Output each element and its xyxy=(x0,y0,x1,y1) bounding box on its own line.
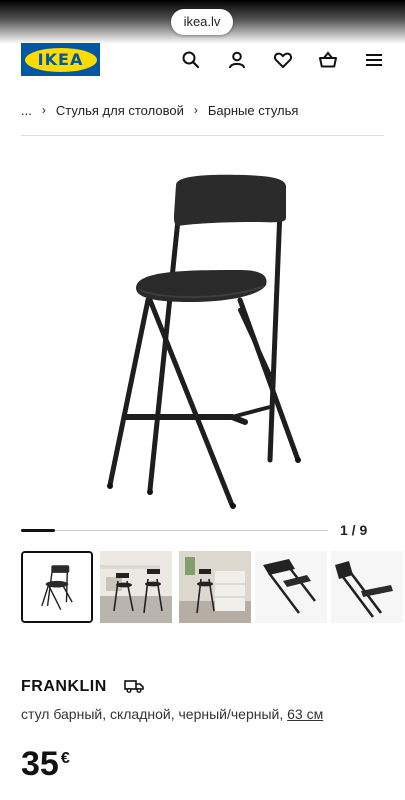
gallery-progress-track xyxy=(21,530,328,531)
thumbnail-3[interactable] xyxy=(179,551,251,623)
basket-icon[interactable] xyxy=(316,48,340,72)
price-currency: € xyxy=(60,750,70,767)
chevron-right-icon: › xyxy=(41,103,46,117)
product-description: стул барный, складной, черный/черный, 63… xyxy=(21,706,323,722)
thumbnail-2[interactable] xyxy=(100,551,172,623)
product-price: 35 € xyxy=(21,744,70,784)
search-icon[interactable] xyxy=(179,48,203,72)
chevron-right-icon: › xyxy=(193,103,198,117)
thumbnail-4[interactable] xyxy=(255,551,327,623)
breadcrumb-bar-stools[interactable]: Барные стулья xyxy=(208,103,299,118)
thumbnail-5[interactable] xyxy=(331,551,403,623)
product-description-text: стул барный, складной, черный/черный, xyxy=(21,706,288,722)
thumbnail-1[interactable] xyxy=(21,551,93,623)
ikea-logo[interactable]: IKEA xyxy=(21,43,100,76)
user-icon[interactable] xyxy=(225,48,249,72)
logo-text: IKEA xyxy=(37,50,84,69)
gallery-counter: 1 / 9 xyxy=(340,522,368,538)
truck-icon xyxy=(124,680,144,693)
site-header: IKEA xyxy=(0,40,405,80)
breadcrumb: ... › Стулья для столовой › Барные стуль… xyxy=(21,101,298,119)
thumbnail-strip xyxy=(21,551,405,623)
divider xyxy=(21,135,384,136)
price-value: 35 xyxy=(21,745,59,783)
gallery-progress-fill xyxy=(21,529,55,532)
heart-icon[interactable] xyxy=(271,48,295,72)
menu-icon[interactable] xyxy=(362,48,386,72)
breadcrumb-ellipsis[interactable]: ... xyxy=(21,103,32,118)
product-image-bar-stool[interactable] xyxy=(80,160,330,510)
product-name: FRANKLIN xyxy=(21,678,107,695)
logo-oval: IKEA xyxy=(24,47,97,72)
breadcrumb-dining-chairs[interactable]: Стулья для столовой xyxy=(56,103,184,118)
size-link[interactable]: 63 см xyxy=(287,706,323,722)
url-pill[interactable]: ikea.lv xyxy=(171,9,233,35)
